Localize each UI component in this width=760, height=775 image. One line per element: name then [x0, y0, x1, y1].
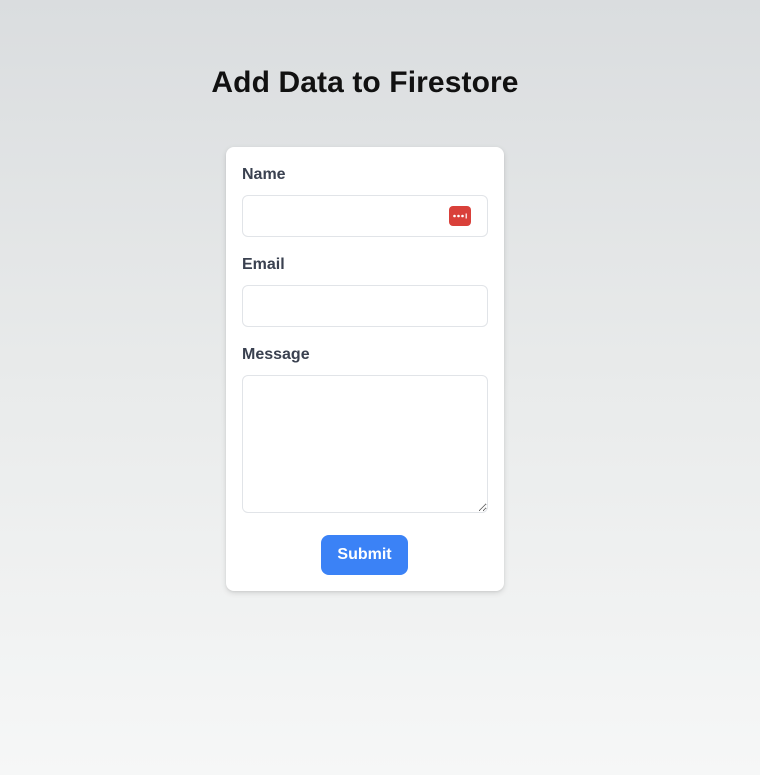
- email-label: Email: [242, 256, 285, 273]
- name-label: Name: [242, 166, 286, 183]
- message-textarea[interactable]: [242, 375, 488, 513]
- email-input[interactable]: [242, 285, 488, 327]
- page-title: Add Data to Firestore: [211, 66, 519, 99]
- message-label: Message: [242, 346, 310, 363]
- dots-icon: [453, 213, 467, 219]
- password-manager-icon[interactable]: [449, 206, 471, 226]
- submit-button[interactable]: Submit: [321, 535, 408, 575]
- form-card: Name Email Message Submit: [226, 147, 504, 591]
